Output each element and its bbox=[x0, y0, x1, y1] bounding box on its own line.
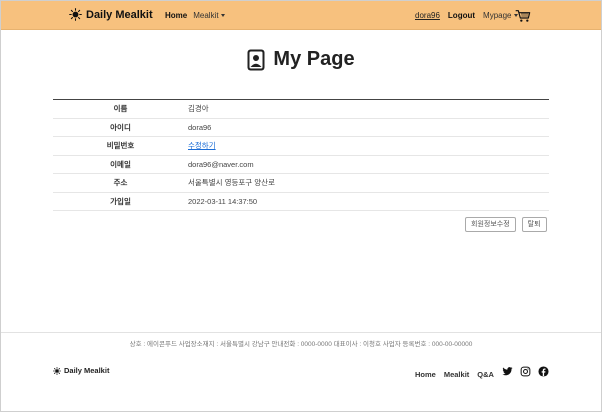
user-badge-icon bbox=[247, 49, 265, 70]
sun-icon bbox=[53, 366, 61, 375]
user-link[interactable]: dora96 bbox=[415, 11, 440, 20]
row-value-joined: 2022-03-11 14:37:50 bbox=[188, 192, 549, 211]
table-row: 이메일 dora96@naver.com bbox=[53, 155, 549, 174]
mypage-label: Mypage bbox=[483, 11, 512, 20]
instagram-icon[interactable] bbox=[520, 366, 531, 377]
company-info: 상호 : 에이콘푸드 사업장소재지 : 서울특별시 강남구 안내전화 : 000… bbox=[129, 341, 473, 348]
footer-link-qna[interactable]: Q&A bbox=[477, 370, 494, 379]
row-value-email: dora96@naver.com bbox=[188, 155, 549, 174]
row-label-joined: 가입일 bbox=[53, 192, 188, 211]
footer-brand[interactable]: Daily Mealkit bbox=[53, 366, 109, 375]
mypage-dropdown[interactable]: Mypage bbox=[483, 11, 518, 20]
withdraw-button[interactable]: 탈퇴 bbox=[521, 217, 547, 232]
main-nav: Home Mealkit bbox=[165, 11, 225, 20]
cart-icon[interactable] bbox=[515, 9, 531, 23]
row-value-password: 수정하기 bbox=[188, 136, 549, 156]
user-nav: dora96 Logout Mypage bbox=[415, 11, 518, 20]
footer-link-mealkit[interactable]: Mealkit bbox=[444, 370, 469, 379]
footer-nav: Home Mealkit Q&A bbox=[415, 370, 494, 379]
logout-link[interactable]: Logout bbox=[448, 11, 475, 20]
footer-brand-name: Daily Mealkit bbox=[64, 366, 110, 375]
member-info-table: 이름 김경아 아이디 dora96 비밀번호 수정하기 이메일 dora96@n… bbox=[53, 99, 549, 211]
row-value-name: 김경아 bbox=[188, 99, 549, 119]
table-row: 주소 서울특별시 영등포구 양산로 bbox=[53, 173, 549, 193]
brand-logo[interactable]: Daily Mealkit bbox=[69, 8, 153, 21]
brand-name: Daily Mealkit bbox=[86, 8, 153, 21]
nav-mealkit-label: Mealkit bbox=[193, 11, 219, 20]
facebook-icon[interactable] bbox=[538, 366, 549, 377]
row-label-password: 비밀번호 bbox=[53, 136, 188, 156]
footer-link-home[interactable]: Home bbox=[415, 370, 436, 379]
navbar: Daily Mealkit Home Mealkit dora96 Logout… bbox=[1, 1, 601, 30]
edit-password-link[interactable]: 수정하기 bbox=[188, 141, 216, 150]
table-row: 가입일 2022-03-11 14:37:50 bbox=[53, 192, 549, 211]
chevron-down-icon bbox=[220, 14, 225, 18]
page-header: My Page bbox=[0, 48, 602, 71]
row-label-address: 주소 bbox=[53, 173, 188, 193]
page-title: My Page bbox=[273, 48, 355, 70]
edit-profile-button[interactable]: 회원정보수정 bbox=[465, 217, 516, 232]
row-label-name: 이름 bbox=[53, 99, 188, 119]
twitter-icon[interactable] bbox=[502, 366, 513, 377]
row-value-id: dora96 bbox=[188, 118, 549, 137]
footer-divider bbox=[1, 332, 601, 333]
sun-icon bbox=[69, 8, 82, 21]
nav-mealkit-dropdown[interactable]: Mealkit bbox=[193, 11, 225, 20]
table-row: 아이디 dora96 bbox=[53, 118, 549, 137]
row-value-address: 서울특별시 영등포구 양산로 bbox=[188, 173, 549, 193]
row-label-id: 아이디 bbox=[53, 118, 188, 137]
table-row: 비밀번호 수정하기 bbox=[53, 136, 549, 156]
action-buttons: 회원정보수정 탈퇴 bbox=[465, 217, 547, 232]
table-row: 이름 김경아 bbox=[53, 99, 549, 119]
social-links bbox=[502, 366, 549, 377]
nav-home-link[interactable]: Home bbox=[165, 11, 187, 20]
row-label-email: 이메일 bbox=[53, 155, 188, 174]
